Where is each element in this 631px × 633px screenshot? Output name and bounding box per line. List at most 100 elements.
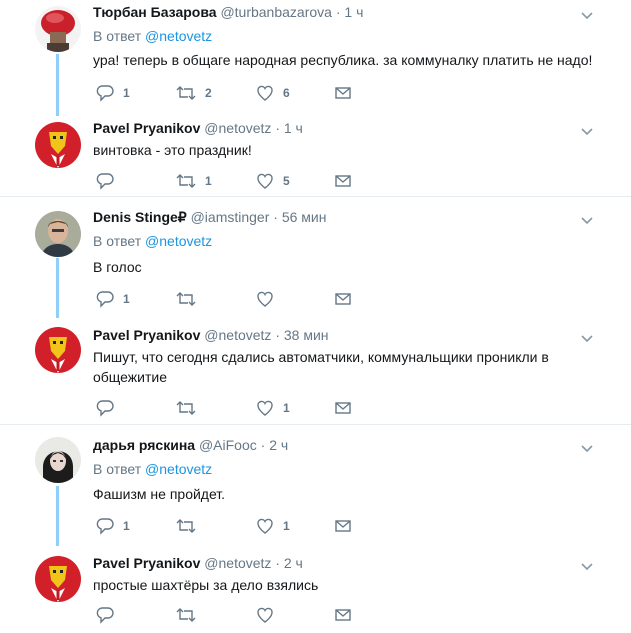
envelope-icon [335, 609, 351, 621]
chevron-down-icon[interactable] [580, 441, 594, 453]
tweet-text: ура! теперь в общаге народная республика… [93, 52, 593, 68]
retweet-button[interactable]: 2 [176, 83, 212, 103]
like-count: 1 [283, 401, 290, 415]
avatar[interactable] [35, 122, 81, 168]
reply-icon [96, 400, 114, 417]
author-handle[interactable]: @AiFooc [199, 437, 257, 453]
mention-link[interactable]: @netovetz [145, 461, 212, 477]
envelope-icon [335, 175, 351, 187]
tweet-header: Pavel Pryanikov @netovetz · 1 ч [93, 120, 303, 136]
like-button[interactable]: 1 [256, 398, 290, 418]
timestamp[interactable]: · 1 ч [275, 120, 303, 136]
retweet-button[interactable] [176, 289, 205, 309]
avatar[interactable] [35, 327, 81, 373]
retweet-button[interactable] [176, 398, 205, 418]
author-name[interactable]: Pavel Pryanikov [93, 327, 200, 343]
direct-message-button[interactable] [334, 171, 352, 191]
tweet[interactable]: Pavel Pryanikov @netovetz · 2 ч простые … [0, 550, 631, 633]
tweet-text: винтовка - это праздник! [93, 142, 252, 158]
chevron-down-icon[interactable] [580, 331, 594, 343]
conversation-thread: дарья ряскина @AiFooc · 2 ч В ответ @net… [0, 430, 631, 633]
chevron-down-icon[interactable] [580, 213, 594, 225]
timestamp[interactable]: · 56 мин [273, 209, 326, 225]
author-handle[interactable]: @netovetz [204, 120, 271, 136]
avatar[interactable] [35, 6, 81, 52]
tweet[interactable]: Pavel Pryanikov @netovetz · 38 мин Пишут… [0, 322, 631, 424]
avatar[interactable] [35, 437, 81, 483]
direct-message-button[interactable] [334, 516, 352, 536]
retweet-button[interactable] [176, 516, 205, 536]
author-handle[interactable]: @turbanbazarova [220, 4, 332, 20]
retweet-button[interactable] [176, 605, 205, 625]
author-name[interactable]: дарья ряскина [93, 437, 195, 453]
like-button[interactable]: 5 [256, 171, 290, 191]
reply-icon [96, 518, 114, 535]
tweet-header: дарья ряскина @AiFooc · 2 ч [93, 437, 288, 453]
timestamp[interactable]: · 1 ч [336, 4, 364, 20]
retweet-icon [176, 174, 196, 188]
retweet-icon [176, 292, 196, 306]
heart-icon [257, 400, 273, 416]
like-button[interactable] [256, 289, 283, 309]
tweet[interactable]: Тюрбан Базарова @turbanbazarova · 1 ч В … [0, 0, 631, 112]
direct-message-button[interactable] [334, 605, 352, 625]
reply-context: В ответ @netovetz [93, 28, 212, 44]
timestamp[interactable]: · 2 ч [261, 437, 289, 453]
reply-prefix: В ответ [93, 28, 142, 44]
timestamp[interactable]: · 38 мин [275, 327, 328, 343]
like-button[interactable]: 1 [256, 516, 290, 536]
author-name[interactable]: Тюрбан Базарова [93, 4, 217, 20]
tweet[interactable]: Denis Stinge₽ @iamstinger · 56 мин В отв… [0, 202, 631, 314]
envelope-icon [335, 87, 351, 99]
chevron-down-icon[interactable] [580, 559, 594, 571]
author-handle[interactable]: @netovetz [204, 555, 271, 571]
reply-count: 1 [123, 519, 130, 533]
author-name[interactable]: Pavel Pryanikov [93, 555, 200, 571]
chevron-down-icon[interactable] [580, 124, 594, 136]
direct-message-button[interactable] [334, 83, 352, 103]
author-handle[interactable]: @iamstinger [191, 209, 270, 225]
direct-message-button[interactable] [334, 398, 352, 418]
reply-button[interactable] [96, 171, 123, 191]
reply-prefix: В ответ [93, 233, 142, 249]
tweet-actions: 1 2 6 [93, 83, 353, 103]
like-button[interactable]: 6 [256, 83, 290, 103]
like-count: 5 [283, 174, 290, 188]
timestamp[interactable]: · 2 ч [275, 555, 303, 571]
tweet-text: простые шахтёры за дело взялись [93, 577, 319, 593]
like-button[interactable] [256, 605, 283, 625]
author-name[interactable]: Pavel Pryanikov [93, 120, 200, 136]
chevron-down-icon[interactable] [580, 8, 594, 20]
tweet-actions: 1 [93, 289, 353, 309]
retweet-count: 2 [205, 86, 212, 100]
reply-icon [96, 291, 114, 308]
avatar[interactable] [35, 556, 81, 602]
retweet-icon [176, 608, 196, 622]
mention-link[interactable]: @netovetz [145, 28, 212, 44]
author-name[interactable]: Denis Stinge₽ [93, 209, 187, 225]
retweet-button[interactable]: 1 [176, 171, 212, 191]
heart-icon [257, 85, 273, 101]
retweet-count: 1 [205, 174, 212, 188]
reply-button[interactable] [96, 605, 123, 625]
tweet-text: В голос [93, 259, 142, 275]
direct-message-button[interactable] [334, 289, 352, 309]
author-handle[interactable]: @netovetz [204, 327, 271, 343]
tweet-text: Пишут, что сегодня сдались автоматчики, … [93, 349, 549, 385]
reply-count: 1 [123, 86, 130, 100]
tweet[interactable]: Pavel Pryanikov @netovetz · 1 ч винтовка… [0, 116, 631, 196]
tweet-header: Denis Stinge₽ @iamstinger · 56 мин [93, 209, 326, 226]
heart-icon [257, 607, 273, 623]
envelope-icon [335, 402, 351, 414]
reply-button[interactable] [96, 398, 123, 418]
mention-link[interactable]: @netovetz [145, 233, 212, 249]
reply-button[interactable]: 1 [96, 516, 130, 536]
reply-icon [96, 85, 114, 102]
avatar[interactable] [35, 211, 81, 257]
tweet[interactable]: дарья ряскина @AiFooc · 2 ч В ответ @net… [0, 430, 631, 544]
tweet-header: Pavel Pryanikov @netovetz · 2 ч [93, 555, 303, 571]
reply-button[interactable]: 1 [96, 83, 130, 103]
like-count: 6 [283, 86, 290, 100]
reply-icon [96, 607, 114, 624]
reply-button[interactable]: 1 [96, 289, 130, 309]
